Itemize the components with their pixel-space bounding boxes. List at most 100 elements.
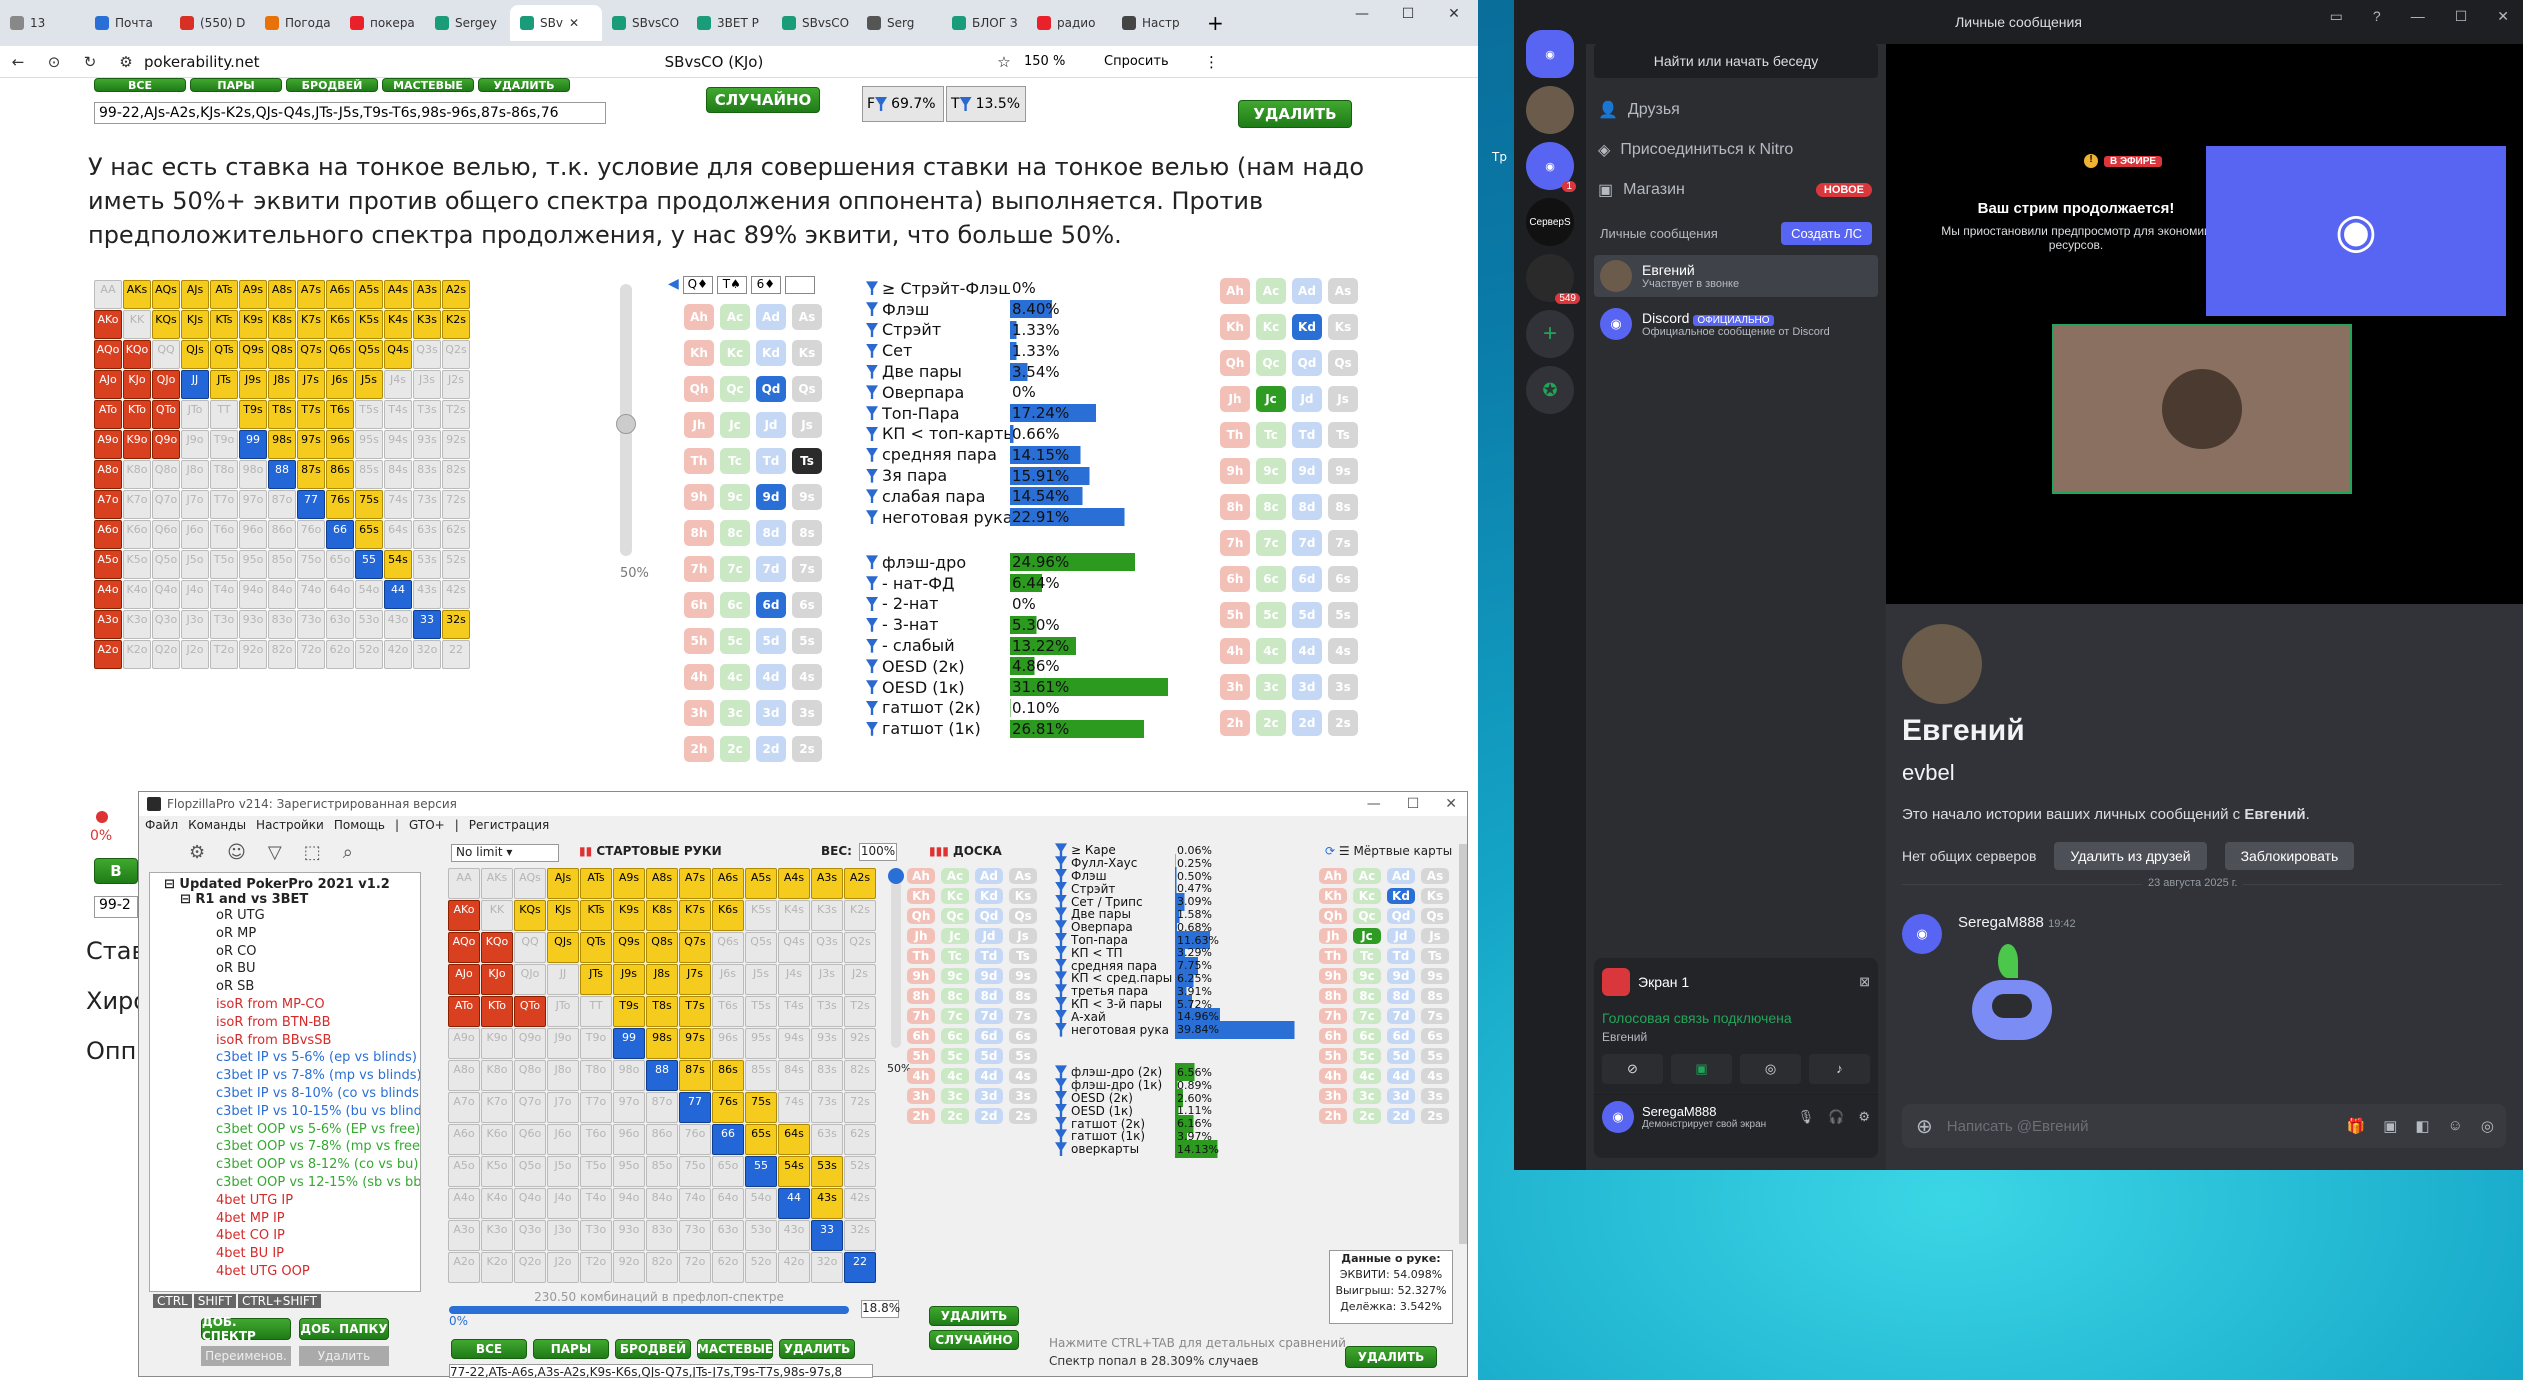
card-3s[interactable]: 3s xyxy=(1009,1088,1037,1104)
server-avatar-2[interactable]: 549 xyxy=(1526,254,1580,304)
stat-row[interactable]: Топ-Пара 17.24% xyxy=(866,403,1210,424)
card-8s[interactable]: 8s xyxy=(1328,494,1358,520)
filter-icon[interactable] xyxy=(866,281,878,296)
hand-cell[interactable]: J9o xyxy=(547,1028,579,1059)
filter-icon[interactable] xyxy=(1055,1078,1067,1093)
hand-cell[interactable]: K8s xyxy=(268,310,296,339)
dc-maximize-icon[interactable]: ☐ xyxy=(2455,8,2468,25)
filter-icon[interactable] xyxy=(1055,1091,1067,1105)
dm-item-discord[interactable]: ◉ Discord ОФИЦИАЛЬНО Официальное сообщени… xyxy=(1594,303,1878,345)
card-9d[interactable]: 9d xyxy=(756,484,786,510)
hand-cell[interactable]: 64o xyxy=(326,580,354,609)
card-3d[interactable]: 3d xyxy=(756,700,786,726)
fz-menu-item-0[interactable]: Файл xyxy=(145,818,178,836)
card-7s[interactable]: 7s xyxy=(1328,530,1358,556)
card-4c[interactable]: 4c xyxy=(720,664,750,690)
card-Qd[interactable]: Qd xyxy=(1387,908,1415,924)
card-5c[interactable]: 5c xyxy=(1353,1048,1381,1064)
hand-cell[interactable]: J2o xyxy=(547,1252,579,1283)
card-Qd[interactable]: Qd xyxy=(756,376,786,402)
hand-cell[interactable]: T3o xyxy=(580,1220,612,1251)
hand-cell[interactable]: QTs xyxy=(210,340,238,369)
hand-cell[interactable]: T6o xyxy=(580,1124,612,1155)
hand-cell[interactable]: 82s xyxy=(442,460,470,489)
fz-maximize-icon[interactable]: ☐ xyxy=(1407,796,1420,812)
filter-icon[interactable] xyxy=(1055,869,1067,883)
filter-icon[interactable] xyxy=(866,576,878,591)
hand-cell[interactable]: 42o xyxy=(384,640,412,669)
hand-cell[interactable]: J9s xyxy=(613,964,645,995)
hand-cell[interactable]: 72o xyxy=(679,1252,711,1283)
card-Jh[interactable]: Jh xyxy=(1220,386,1250,412)
card-2d[interactable]: 2d xyxy=(756,736,786,762)
message-input[interactable]: ⊕ Написать @Евгений 🎁 ▣ ◧ ☺ ◎ xyxy=(1902,1104,2506,1148)
card-6c[interactable]: 6c xyxy=(720,592,750,618)
hand-cell[interactable]: J5o xyxy=(547,1156,579,1187)
hand-cell[interactable]: Q6o xyxy=(152,520,180,549)
hand-cell[interactable]: 32o xyxy=(413,640,441,669)
hand-cell[interactable]: 92s xyxy=(442,430,470,459)
hand-cell[interactable]: 95s xyxy=(745,1028,777,1059)
hand-cell[interactable]: Q6o xyxy=(514,1124,546,1155)
card-5h[interactable]: 5h xyxy=(1319,1048,1347,1064)
menu-dots-icon[interactable]: ⋮ xyxy=(1204,53,1234,71)
nav-shop[interactable]: ▣ Магазин НОВОЕ xyxy=(1586,170,1886,210)
hand-cell[interactable]: 66 xyxy=(326,520,354,549)
server-sergeys[interactable]: СерверS xyxy=(1526,198,1574,246)
card-6d[interactable]: 6d xyxy=(756,592,786,618)
card-Qc[interactable]: Qc xyxy=(1256,350,1286,376)
filter-icon[interactable] xyxy=(866,510,878,525)
card-6c[interactable]: 6c xyxy=(1256,566,1286,592)
card-Ts[interactable]: Ts xyxy=(792,448,822,474)
fz-btn-1[interactable]: ПАРЫ xyxy=(533,1339,609,1359)
hand-cell[interactable]: 63s xyxy=(413,520,441,549)
hand-cell[interactable]: 52o xyxy=(355,640,383,669)
card-5d[interactable]: 5d xyxy=(1387,1048,1415,1064)
hand-cell[interactable]: 96s xyxy=(326,430,354,459)
hand-cell[interactable]: 95o xyxy=(239,550,267,579)
hand-cell[interactable]: 93o xyxy=(613,1220,645,1251)
card-Ts[interactable]: Ts xyxy=(1421,948,1449,964)
hand-cell[interactable]: 62s xyxy=(844,1124,876,1155)
hand-cell[interactable]: J6s xyxy=(712,964,744,995)
hand-cell[interactable]: 75o xyxy=(679,1156,711,1187)
hand-cell[interactable]: T6s xyxy=(712,996,744,1027)
hand-cell[interactable]: K4s xyxy=(778,900,810,931)
hand-cell[interactable]: J7o xyxy=(181,490,209,519)
users-icon[interactable]: ☺ xyxy=(227,842,246,863)
card-Qh[interactable]: Qh xyxy=(1220,350,1250,376)
filter-icon[interactable] xyxy=(1055,881,1067,896)
card-7h[interactable]: 7h xyxy=(684,556,714,582)
hand-cell[interactable]: T9o xyxy=(210,430,238,459)
hand-cell[interactable]: 54o xyxy=(745,1188,777,1219)
explore-icon[interactable]: ✪ xyxy=(1526,366,1574,414)
hand-cell[interactable]: Q3s xyxy=(413,340,441,369)
hand-cell[interactable]: ATs xyxy=(210,280,238,309)
card-8c[interactable]: 8c xyxy=(1256,494,1286,520)
hand-cell[interactable]: A4s xyxy=(778,868,810,899)
search-icon[interactable]: ⌕ xyxy=(343,842,353,863)
card-3d[interactable]: 3d xyxy=(1292,674,1322,700)
tab-3[interactable]: Погода xyxy=(255,5,340,41)
card-8h[interactable]: 8h xyxy=(1319,988,1347,1004)
stat-row[interactable]: OESD (2к) 4.86% xyxy=(866,656,1210,677)
bookmark-icon[interactable]: ☆ xyxy=(984,53,1024,71)
filter-icon[interactable]: ▽ xyxy=(268,842,282,863)
card-Ad[interactable]: Ad xyxy=(975,868,1003,884)
card-9s[interactable]: 9s xyxy=(1421,968,1449,984)
hand-cell[interactable]: 99 xyxy=(613,1028,645,1059)
hand-cell[interactable]: 72o xyxy=(297,640,325,669)
rename-button[interactable]: Переименов. xyxy=(201,1346,291,1366)
hand-cell[interactable]: Q4s xyxy=(384,340,412,369)
card-9h[interactable]: 9h xyxy=(1319,968,1347,984)
card-Kh[interactable]: Kh xyxy=(1220,314,1250,340)
card-2h[interactable]: 2h xyxy=(907,1108,935,1124)
filter-icon[interactable] xyxy=(1055,958,1067,973)
hand-cell[interactable]: 74s xyxy=(778,1092,810,1123)
filter-icon[interactable] xyxy=(866,680,878,695)
hand-cell[interactable]: 86s xyxy=(712,1060,744,1091)
tree-subfolder[interactable]: ⊟ R1 and vs 3BET xyxy=(150,892,420,907)
card-5s[interactable]: 5s xyxy=(1009,1048,1037,1064)
hand-cell[interactable]: J5s xyxy=(745,964,777,995)
stat-row[interactable]: 3я пара 15.91% xyxy=(866,465,1210,486)
